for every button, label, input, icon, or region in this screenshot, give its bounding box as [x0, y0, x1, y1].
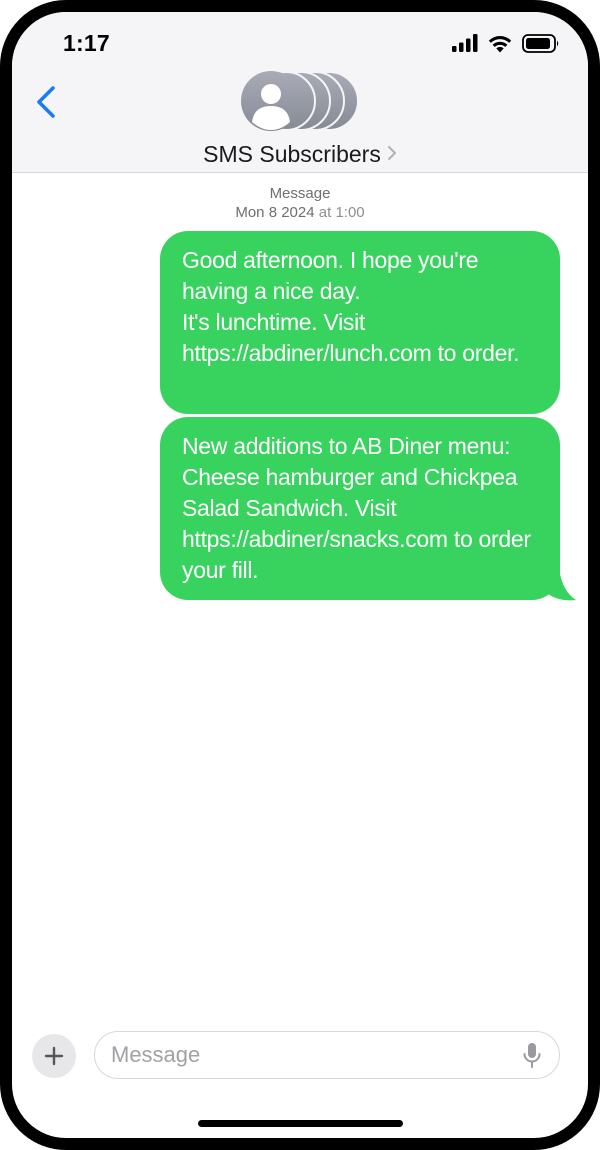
- back-button[interactable]: [30, 80, 62, 124]
- microphone-icon[interactable]: [522, 1042, 542, 1070]
- group-avatar[interactable]: [238, 70, 360, 132]
- timestamp-at: at: [318, 204, 332, 221]
- chevron-right-icon: [387, 140, 397, 167]
- cellular-signal-icon: [452, 34, 478, 52]
- outgoing-message-bubble[interactable]: Good afternoon. I hope you're having a n…: [160, 231, 560, 414]
- status-icons: [452, 30, 560, 56]
- status-time: 1:17: [63, 30, 110, 56]
- contact-name-button[interactable]: SMS Subscribers: [12, 140, 588, 168]
- bubble-tail: [548, 560, 576, 601]
- conversation-header: 1:17 SMS Subscribers: [12, 12, 588, 173]
- message-timestamp: Message Mon 8 2024 at 1:00: [12, 184, 588, 222]
- timestamp-datetime: Mon 8 2024 at 1:00: [12, 203, 588, 222]
- group-avatar-icon: [241, 71, 359, 131]
- battery-icon: [522, 33, 559, 53]
- wifi-icon: [488, 35, 512, 52]
- message-input[interactable]: [94, 1031, 560, 1079]
- outgoing-message-bubble[interactable]: New additions to AB Diner menu: Cheese h…: [160, 417, 560, 600]
- contact-name: SMS Subscribers: [203, 141, 381, 167]
- home-indicator[interactable]: [198, 1120, 403, 1127]
- add-attachment-button[interactable]: [32, 1034, 76, 1078]
- plus-icon: [44, 1046, 64, 1066]
- timestamp-label: Message: [269, 185, 331, 202]
- chevron-left-icon: [37, 86, 55, 118]
- phone-frame: 1:17 SMS Subscribers Message Mon 8 2024 …: [0, 0, 600, 1150]
- timestamp-time: 1:00: [335, 204, 365, 221]
- message-composer: [12, 1022, 588, 1092]
- timestamp-date: Mon 8 2024: [235, 204, 315, 221]
